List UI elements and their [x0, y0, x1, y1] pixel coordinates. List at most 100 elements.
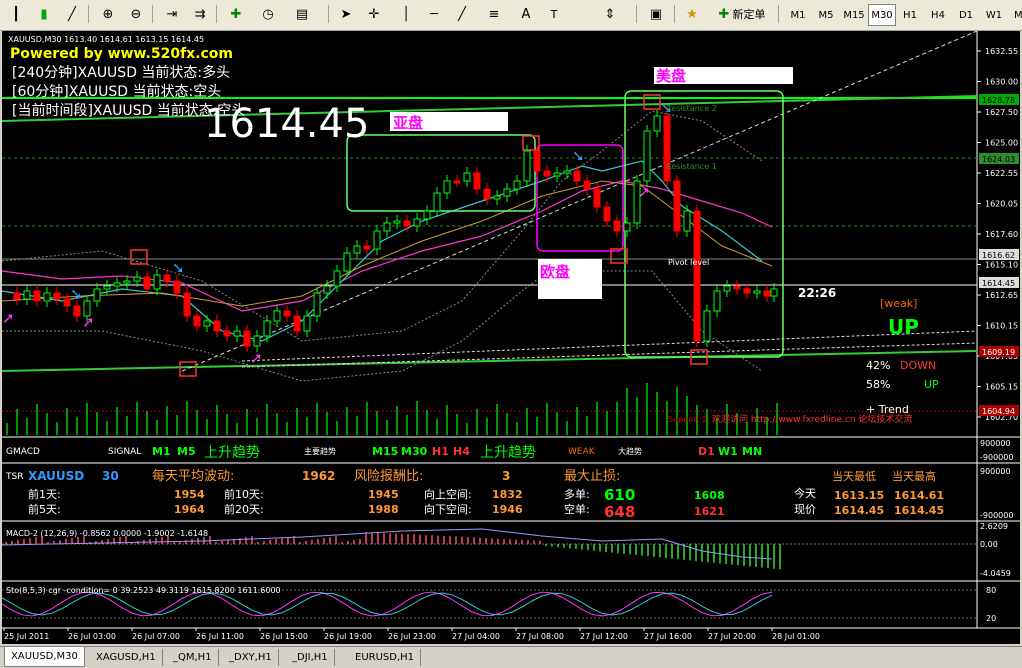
time-axis-label: 26 Jul 07:00 — [132, 632, 180, 641]
timeframe-w1-button[interactable]: W1 — [980, 4, 1008, 26]
tsr-prev1-label: 前1天: — [28, 487, 61, 501]
svg-text:➚: ➚ — [250, 349, 263, 367]
chart-window[interactable]: ➘ ➘ ➘ ➘ ➚ ➚ ➚ ➚ XAUUSD,M30 1613.40 1614.… — [2, 31, 1020, 644]
tsr-current-high: 1614.45 — [894, 504, 944, 517]
candlestick[interactable] — [663, 110, 671, 187]
resistance2-label: Resistance 2 — [666, 104, 717, 113]
timeframe-m30-button[interactable]: M30 — [868, 4, 896, 26]
timeframe-m1-button[interactable]: M1 — [784, 4, 812, 26]
gmacd-trend-up1: 上升趋势 — [204, 445, 260, 461]
tsr-prev20-value: 1988 — [368, 503, 399, 516]
crosshair-icon[interactable]: ✛ — [364, 4, 384, 24]
vertical-line-icon[interactable]: │ — [396, 4, 416, 24]
status-60-label: [60分钟]XAUUSD 当前状态:空头 — [12, 83, 221, 100]
tsr-period: 30 — [102, 469, 119, 483]
macd-title: MACD-2 (12,26,9) -0.8562 0.0000 -1.9002 … — [6, 529, 208, 538]
tsr-long-value2: 1608 — [694, 489, 725, 502]
svg-text:➘: ➘ — [572, 147, 585, 165]
cursor-icon[interactable]: ➤ — [336, 4, 356, 24]
candlestick[interactable] — [523, 145, 531, 187]
candlestick[interactable] — [643, 125, 651, 187]
chart-tabs: XAUUSD,M30 XAGUSD,H1 _QM,H1 _DXY,H1 _DJI,H1 E… — [0, 646, 1022, 668]
trendline-icon[interactable]: ╱ — [452, 4, 472, 24]
tsr-prev5-value: 1964 — [174, 503, 205, 516]
up-big-label: UP — [888, 315, 919, 339]
gmacd-signal: SIGNAL — [108, 447, 141, 457]
tsr-today-label: 今天 — [794, 486, 816, 500]
time-axis-label: 27 Jul 04:00 — [452, 632, 500, 641]
timeframe-m5-button[interactable]: M5 — [812, 4, 840, 26]
zoom-in-icon[interactable]: ⊕ — [98, 4, 118, 24]
chart-canvas[interactable]: ➘ ➘ ➘ ➘ ➚ ➚ ➚ ➚ XAUUSD,M30 1613.40 1614.… — [2, 31, 1020, 644]
timeframe-h1-button[interactable]: H1 — [896, 4, 924, 26]
text-label-icon[interactable]: T — [544, 4, 564, 24]
candlestick[interactable] — [633, 175, 641, 229]
arrows-icon[interactable]: ⇕ — [600, 4, 620, 24]
text-tool-icon[interactable]: A — [516, 4, 536, 24]
pivot-label: Pivot level — [668, 258, 709, 267]
time-axis-label: 26 Jul 19:00 — [324, 632, 372, 641]
timeframe-m15-button[interactable]: M15 — [840, 4, 868, 26]
tsr-axis-top: 900000 — [980, 467, 1011, 476]
tsr-title: TSR — [5, 472, 23, 482]
gmacd-big-trend: 大趋势 — [618, 446, 642, 456]
tsr-prev10-label: 前10天: — [224, 487, 264, 501]
time-axis-label: 26 Jul 11:00 — [196, 632, 244, 641]
chart-tab[interactable]: _QM,H1 — [167, 649, 219, 666]
europe-session-label: 欧盘 — [540, 263, 570, 281]
toolbar: ┃ ▮ ╱ ⊕ ⊖ ⇥ ⇉ ✚ ◷ ▤ ➤ ✛ │ ─ ╱ ≡ A T ⇕ ▣ … — [0, 0, 1022, 31]
tsr-today-high: 1614.61 — [894, 489, 944, 502]
favorites-icon[interactable]: ★ — [682, 4, 702, 24]
price-axis-label: 1605.15 — [985, 383, 1018, 392]
templates-icon[interactable]: ▤ — [292, 4, 312, 24]
timeframe-mn-button[interactable]: MN — [1008, 4, 1022, 26]
time-axis-label: 27 Jul 16:00 — [644, 632, 692, 641]
up-percent: 58% — [866, 378, 890, 391]
timeframe-h4-button[interactable]: H4 — [924, 4, 952, 26]
gmacd-m15: M15 — [372, 445, 398, 458]
support2-label: Support 2 — [668, 415, 707, 424]
periods-clock-icon[interactable]: ◷ — [258, 4, 278, 24]
chart-tab[interactable]: XAGUSD,H1 — [90, 649, 163, 666]
chart-tab[interactable]: EURUSD,H1 — [349, 649, 422, 666]
candlestick[interactable] — [673, 175, 681, 237]
tsr-prev10-value: 1945 — [368, 488, 399, 501]
line-chart-icon[interactable]: ╱ — [62, 4, 82, 24]
fibonacci-icon[interactable]: ≡ — [484, 4, 504, 24]
autoscroll-icon[interactable]: ⇉ — [190, 4, 210, 24]
zoom-out-icon[interactable]: ⊖ — [126, 4, 146, 24]
status-240-label: [240分钟]XAUUSD 当前状态:多头 — [12, 64, 230, 81]
indicators-icon[interactable]: ✚ — [226, 4, 246, 24]
svg-text:➚: ➚ — [2, 309, 15, 327]
horizontal-line-icon[interactable]: ─ — [424, 4, 444, 24]
candlestick[interactable] — [693, 205, 701, 347]
chart-shift-icon[interactable]: ⇥ — [162, 4, 182, 24]
tsr-short-label: 空单: — [564, 502, 590, 516]
new-order-button[interactable]: ✚ 新定单 — [712, 4, 772, 24]
svg-text:➘: ➘ — [70, 285, 83, 303]
price-axis-label: 1620.05 — [985, 200, 1018, 209]
time-axis-label: 26 Jul 23:00 — [388, 632, 436, 641]
time-axis-label: 25 Jul 2011 — [4, 632, 49, 641]
down-label: DOWN — [900, 359, 936, 372]
chart-tab[interactable]: XAUUSD,M30 — [4, 647, 85, 667]
down-percent: 42% — [866, 359, 890, 372]
timeframe-d1-button[interactable]: D1 — [952, 4, 980, 26]
gmacd-h1: H1 — [432, 445, 449, 458]
bar-chart-icon[interactable]: ┃ — [6, 4, 26, 24]
big-price-label: 1614.45 — [204, 101, 369, 147]
price-axis-label: 1622.55 — [985, 169, 1018, 178]
time-axis-label: 27 Jul 08:00 — [516, 632, 564, 641]
resistance1-label: Resistance 1 — [666, 162, 717, 171]
chart-tab[interactable]: _DXY,H1 — [223, 649, 279, 666]
price-axis-label: 1630.00 — [985, 78, 1018, 87]
tsr-up-space-value: 1832 — [492, 488, 523, 501]
chart-tab[interactable]: _DJI,H1 — [286, 649, 335, 666]
navigator-icon[interactable]: ▣ — [646, 4, 666, 24]
price-tag: 1624.03 — [982, 155, 1015, 164]
tsr-down-space-label: 向下空间: — [424, 502, 472, 516]
candlestick-icon[interactable]: ▮ — [34, 4, 54, 24]
gmacd-m1: M1 — [152, 445, 171, 458]
tsr-day-low-label: 当天最低 — [832, 469, 876, 483]
candlestick[interactable] — [703, 305, 711, 347]
